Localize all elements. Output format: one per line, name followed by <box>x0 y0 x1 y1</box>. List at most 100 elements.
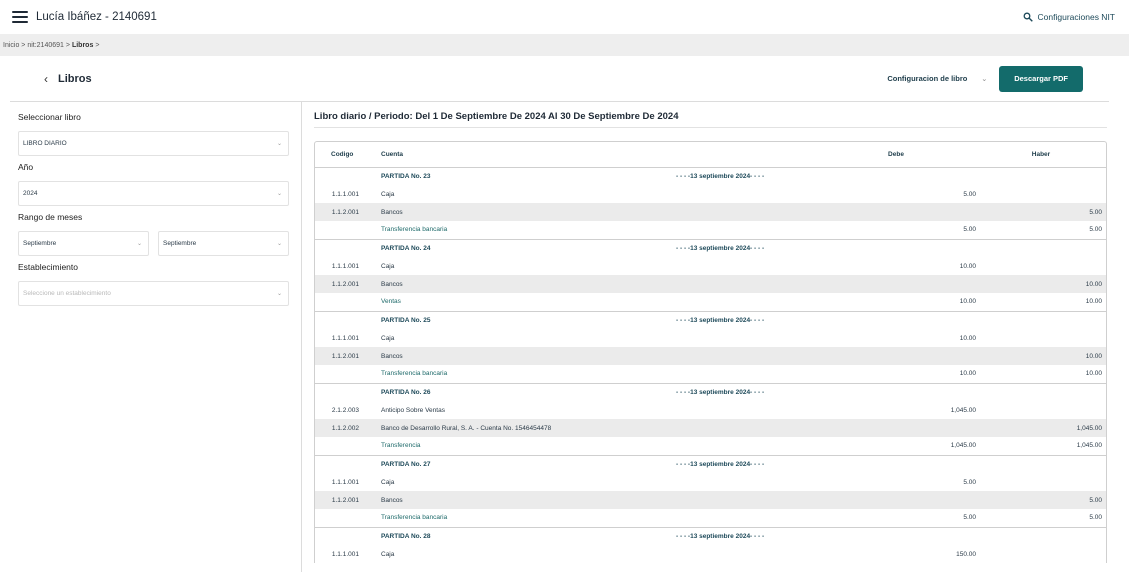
cell-debe <box>816 491 976 509</box>
col-haber: Haber <box>976 142 1106 168</box>
cell-debe <box>816 382 976 401</box>
partida-row: PARTIDA No. 28- - - -13 septiembre 2024-… <box>315 526 1106 545</box>
cell-codigo <box>315 238 377 257</box>
cell-haber <box>976 545 1106 563</box>
cell-cuenta: Bancos <box>377 275 676 293</box>
chevron-down-icon: ⌄ <box>276 241 282 247</box>
table-row: 2.1.2.003 Anticipo Sobre Ventas 1,045.00 <box>315 401 1106 419</box>
page-header: ‹ Libros Configuracion de libro ⌄ Descar… <box>10 56 1109 102</box>
cell-haber <box>976 401 1106 419</box>
cell-codigo <box>315 293 377 311</box>
cell-fecha <box>676 329 816 347</box>
cell-fecha <box>676 203 816 221</box>
gear-search-icon <box>1023 12 1033 22</box>
cell-haber: 1,045.00 <box>1076 442 1102 450</box>
cell-fecha <box>676 509 816 527</box>
cell-cuenta: Caja <box>381 190 395 198</box>
cell-fecha: - - - -13 septiembre 2024- - - - <box>676 454 816 473</box>
cell-codigo: 2.1.2.003 <box>331 406 359 414</box>
cell-haber: 10.00 <box>976 347 1106 365</box>
cell-cuenta: Banco de Desarrollo Rural, S. A. - Cuent… <box>377 419 676 437</box>
table-row: 1.1.2.001 Bancos 5.00 <box>315 491 1106 509</box>
partida-row: PARTIDA No. 23 - - - -13 septiembre 2024-… <box>315 167 1106 185</box>
table-header-row: Codigo Cuenta Debe Haber <box>315 142 1106 168</box>
estab-select[interactable]: Seleccione un establecimiento ⌄ <box>18 281 289 306</box>
cell-fecha: - - - -13 septiembre 2024- - - - <box>676 310 816 329</box>
breadcrumb-path[interactable]: Inicio > nit:2140691 > <box>3 42 70 49</box>
cell-debe <box>816 167 976 185</box>
cell-fecha <box>676 401 816 419</box>
libro-value: LIBRO DIARIO <box>23 140 67 147</box>
content: Seleccionar libro LIBRO DIARIO ⌄ Año 202… <box>0 102 1129 572</box>
cell-haber: 5.00 <box>976 491 1106 509</box>
cell-codigo <box>315 509 377 527</box>
cell-codigo: 1.1.2.001 <box>315 275 377 293</box>
cell-fecha <box>676 545 816 563</box>
back-button[interactable]: ‹ Libros <box>44 72 92 86</box>
cell-haber <box>976 238 1106 257</box>
topbar-left: Lucía Ibáñez - 2140691 <box>12 11 157 23</box>
cell-debe <box>816 347 976 365</box>
col-spacer <box>676 142 816 168</box>
rango-row: Septiembre ⌄ Septiembre ⌄ <box>18 231 289 262</box>
chevron-down-icon: ⌄ <box>981 75 988 83</box>
estab-label: Establecimiento <box>18 262 79 272</box>
cell-debe: 5.00 <box>963 190 976 198</box>
cell-cuenta: Caja <box>381 262 395 270</box>
cell-fecha <box>676 437 816 455</box>
mes-hasta-select[interactable]: Septiembre ⌄ <box>158 231 289 256</box>
libro-label: Seleccionar libro <box>18 112 81 122</box>
cell-debe <box>816 526 976 545</box>
table-row: 1.1.2.001 Bancos 10.00 <box>315 347 1106 365</box>
table-row: 1.1.1.001 Caja 5.00 <box>315 473 1106 491</box>
menu-icon[interactable] <box>12 11 28 23</box>
cell-fecha <box>676 347 816 365</box>
cell-fecha <box>676 257 816 275</box>
cell-debe: 10.00 <box>959 334 976 342</box>
cell-cuenta: PARTIDA No. 26 <box>377 382 676 401</box>
config-libro-label: Configuracion de libro <box>887 74 968 83</box>
cell-haber: 5.00 <box>976 203 1106 221</box>
cell-haber: 10.00 <box>976 275 1106 293</box>
cell-debe: 5.00 <box>963 478 976 486</box>
cell-codigo <box>315 365 377 383</box>
libro-select[interactable]: LIBRO DIARIO ⌄ <box>18 131 289 156</box>
table-row: 1.1.1.001 Caja 150.00 <box>315 545 1106 563</box>
cell-debe: 5.00 <box>963 514 976 522</box>
cell-codigo <box>315 221 377 239</box>
cell-codigo <box>315 437 377 455</box>
journal-body: PARTIDA No. 23 - - - -13 septiembre 2024-… <box>315 167 1106 563</box>
table-row: Transferencia bancaria 5.00 5.00 <box>315 221 1106 239</box>
cell-cuenta: PARTIDA No. 23 <box>381 172 431 180</box>
cell-debe <box>816 238 976 257</box>
cell-debe <box>816 203 976 221</box>
cell-debe: 1,045.00 <box>950 442 976 450</box>
table-row: Ventas 10.00 10.00 <box>315 293 1106 311</box>
config-nit-label: Configuraciones NIT <box>1037 12 1115 22</box>
cell-fecha: - - - -13 septiembre 2024- - - - <box>676 382 816 401</box>
cell-fecha <box>676 221 816 239</box>
cell-fecha: - - - -13 septiembre 2024- - - - <box>676 238 816 257</box>
journal-table: Codigo Cuenta Debe Haber PARTIDA No. 23 -… <box>315 142 1106 563</box>
config-nit-link[interactable]: Configuraciones NIT <box>1023 12 1115 22</box>
report-title: Libro diario / Periodo: Del 1 De Septiem… <box>314 111 1107 128</box>
config-libro-dropdown[interactable]: Configuracion de libro ⌄ <box>887 74 987 83</box>
col-cuenta: Cuenta <box>377 142 676 168</box>
cell-codigo: 1.1.1.001 <box>331 190 359 198</box>
mes-desde-select[interactable]: Septiembre ⌄ <box>18 231 149 256</box>
chevron-down-icon: ⌄ <box>276 291 282 297</box>
breadcrumb-current: Libros <box>71 41 94 49</box>
download-pdf-button[interactable]: Descargar PDF <box>999 65 1083 92</box>
table-row: 1.1.2.001 Bancos 5.00 <box>315 203 1106 221</box>
estab-placeholder: Seleccione un establecimiento <box>23 290 111 297</box>
cell-codigo: 1.1.1.001 <box>331 550 359 558</box>
anio-label: Año <box>18 162 34 172</box>
cell-haber <box>976 382 1106 401</box>
anio-select[interactable]: 2024 ⌄ <box>18 181 289 206</box>
cell-fecha <box>676 185 816 203</box>
cell-fecha: - - - -13 septiembre 2024- - - - <box>676 526 816 545</box>
cell-cuenta: Bancos <box>377 203 676 221</box>
cell-debe: 10.00 <box>959 370 976 378</box>
cell-codigo <box>315 382 377 401</box>
cell-cuenta: Transferencia <box>381 442 421 450</box>
